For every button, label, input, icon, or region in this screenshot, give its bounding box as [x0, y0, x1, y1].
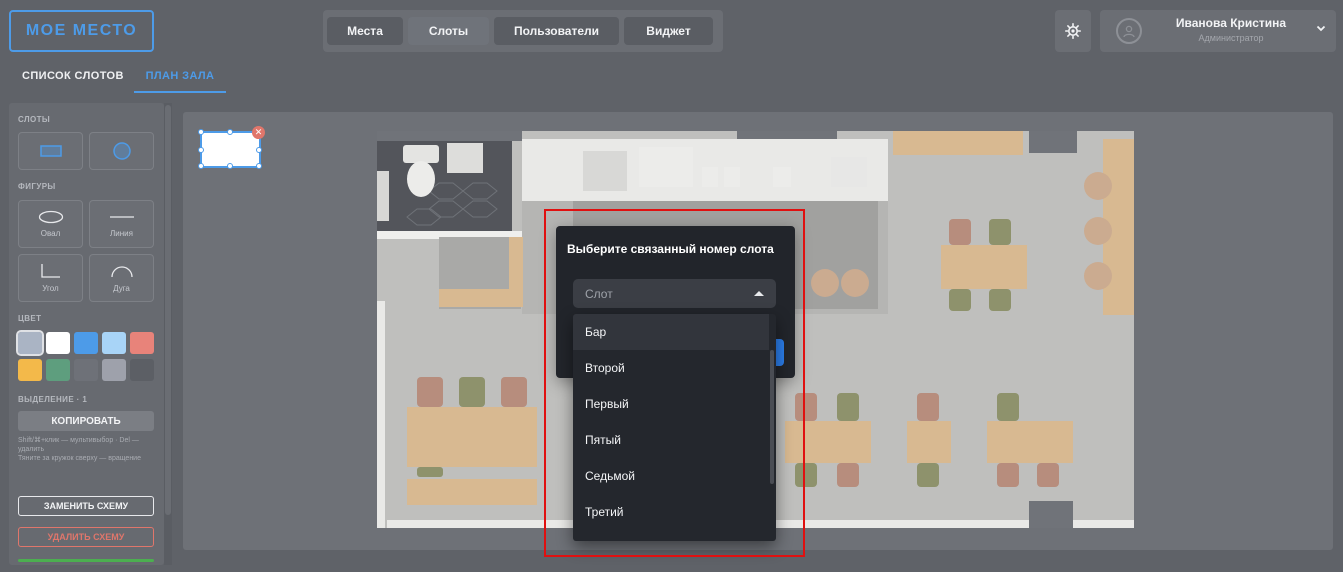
gear-icon — [1065, 23, 1081, 39]
avatar — [1116, 18, 1142, 44]
line-shape-tool[interactable]: Линия — [89, 200, 154, 248]
resize-handle[interactable] — [227, 163, 233, 169]
color-swatch[interactable] — [74, 332, 98, 354]
chevron-down-icon — [1316, 25, 1326, 32]
main-nav: Места Слоты Пользователи Виджет — [323, 10, 723, 52]
oval-shape-tool[interactable]: Овал — [18, 200, 83, 248]
nav-item-widget[interactable]: Виджет — [624, 17, 713, 45]
slot-select[interactable]: Слот — [573, 279, 776, 308]
slot-option[interactable]: Первый — [573, 386, 769, 422]
settings-button[interactable] — [1055, 10, 1091, 52]
color-swatch[interactable] — [18, 359, 42, 381]
slot-dropdown: Бар Второй Первый Пятый Седьмой Третий — [573, 314, 776, 541]
color-swatch[interactable] — [46, 359, 70, 381]
selected-slot-shape[interactable] — [198, 129, 262, 169]
nav-item-slots[interactable]: Слоты — [408, 17, 489, 45]
slot-option[interactable]: Бар — [573, 314, 769, 350]
replace-scheme-button[interactable]: ЗАМЕНИТЬ СХЕМУ — [18, 496, 154, 516]
nav-item-users[interactable]: Пользователи — [494, 17, 619, 45]
shapes-section-title: ФИГУРЫ — [18, 182, 56, 191]
modal-title: Выберите связанный номер слота — [567, 242, 774, 256]
tab-floor-plan[interactable]: ПЛАН ЗАЛА — [134, 70, 226, 93]
tools-panel: СЛОТЫ ФИГУРЫ Овал Линия Угол Дуга ЦВЕТ В… — [9, 103, 164, 565]
resize-handle[interactable] — [198, 129, 204, 135]
resize-handle[interactable] — [198, 163, 204, 169]
resize-handle[interactable] — [256, 147, 262, 153]
slot-option[interactable]: Пятый — [573, 422, 769, 458]
arc-shape-tool[interactable]: Дуга — [89, 254, 154, 302]
caret-up-icon — [754, 291, 764, 296]
color-swatch[interactable] — [16, 330, 44, 356]
corner-shape-tool[interactable]: Угол — [18, 254, 83, 302]
corner-label: Угол — [42, 284, 59, 293]
circle-slot-tool[interactable] — [89, 132, 154, 170]
oval-label: Овал — [40, 229, 61, 238]
slots-section-title: СЛОТЫ — [18, 115, 51, 124]
remove-shape-button[interactable]: ✕ — [252, 126, 265, 139]
color-swatch[interactable] — [130, 359, 154, 381]
tab-slot-list[interactable]: СПИСОК СЛОТОВ — [22, 70, 124, 82]
delete-scheme-button[interactable]: УДАЛИТЬ СХЕМУ — [18, 527, 154, 547]
color-swatch[interactable] — [130, 332, 154, 354]
color-swatch[interactable] — [102, 359, 126, 381]
slot-option[interactable]: Второй — [573, 350, 769, 386]
panel-scrollbar[interactable] — [164, 103, 172, 565]
user-icon — [1123, 25, 1135, 38]
resize-handle[interactable] — [198, 147, 204, 153]
slot-select-placeholder: Слот — [585, 287, 613, 301]
confirm-button-edge[interactable] — [776, 339, 784, 366]
user-name: Иванова Кристина — [1175, 16, 1287, 30]
shortcut-hint: Shift/⌘+клик — мультивыбор · Del — удали… — [18, 437, 141, 462]
line-label: Линия — [110, 229, 133, 238]
dropdown-scrollbar[interactable] — [770, 350, 774, 484]
oval-icon — [38, 210, 63, 224]
arc-label: Дуга — [113, 284, 130, 293]
panel-scrollbar-thumb[interactable] — [165, 105, 171, 515]
color-swatch[interactable] — [74, 359, 98, 381]
resize-handle[interactable] — [256, 163, 262, 169]
circle-icon — [112, 142, 131, 160]
color-swatch[interactable] — [102, 332, 126, 354]
app-logo[interactable]: МОЕ МЕСТО — [9, 10, 154, 52]
arc-icon — [110, 266, 133, 278]
user-menu[interactable]: Иванова Кристина Администратор — [1100, 10, 1336, 52]
slot-option[interactable]: Седьмой — [573, 458, 769, 494]
copy-button[interactable]: КОПИРОВАТЬ — [18, 411, 154, 431]
line-icon — [109, 216, 134, 218]
color-section-title: ЦВЕТ — [18, 314, 42, 323]
rect-slot-tool[interactable] — [18, 132, 83, 170]
slot-option[interactable]: Третий — [573, 494, 769, 530]
corner-icon — [40, 264, 60, 278]
nav-item-places[interactable]: Места — [327, 17, 403, 45]
user-role: Администратор — [1198, 33, 1264, 43]
selection-section-title: ВЫДЕЛЕНИЕ · 1 — [18, 395, 88, 404]
rectangle-icon — [39, 145, 62, 157]
save-button-edge[interactable] — [18, 559, 154, 562]
rotate-handle[interactable] — [227, 129, 233, 135]
color-swatch[interactable] — [46, 332, 70, 354]
